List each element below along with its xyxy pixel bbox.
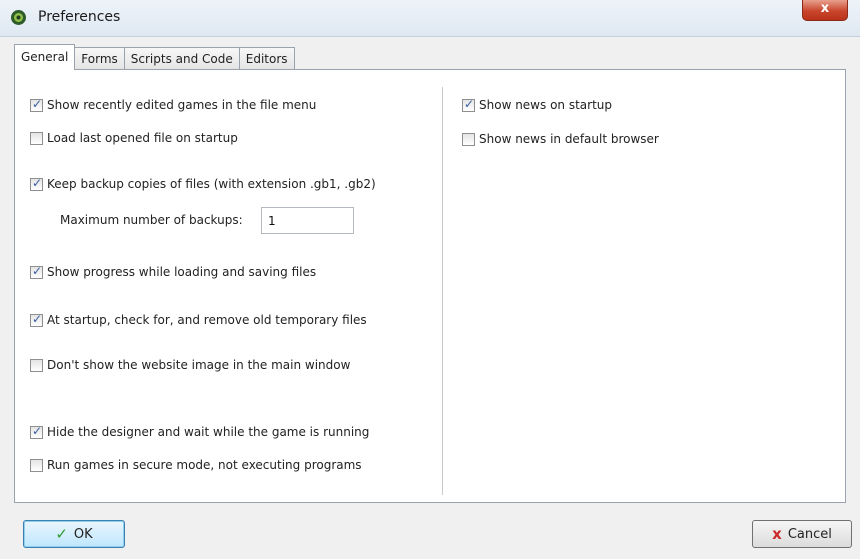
- checkbox[interactable]: ✓: [30, 175, 43, 191]
- checkbox[interactable]: ✓: [30, 263, 43, 279]
- check-mark-icon: ✓: [31, 175, 43, 190]
- option-label: Load last opened file on startup: [47, 131, 238, 145]
- check-mark-icon: ✓: [31, 311, 43, 326]
- x-icon: x: [772, 525, 782, 543]
- max-backups-input[interactable]: [261, 207, 354, 234]
- option-show-progress[interactable]: ✓ Show progress while loading and saving…: [30, 263, 316, 281]
- max-backups-label: Maximum number of backups:: [60, 213, 243, 227]
- tab-forms[interactable]: Forms: [74, 47, 125, 70]
- checkbox[interactable]: ✓: [30, 423, 43, 439]
- checkbox[interactable]: [462, 132, 475, 146]
- option-load-last-file[interactable]: Load last opened file on startup: [30, 129, 238, 147]
- checkbox[interactable]: ✓: [462, 96, 475, 112]
- ok-label: OK: [73, 526, 93, 542]
- checkbox[interactable]: ✓: [30, 311, 43, 327]
- option-show-recent-games[interactable]: ✓ Show recently edited games in the file…: [30, 96, 316, 114]
- checkbox[interactable]: [30, 458, 43, 472]
- option-label: Run games in secure mode, not executing …: [47, 458, 362, 472]
- tab-general[interactable]: General: [14, 44, 76, 70]
- title-bar: Preferences x: [0, 0, 860, 37]
- check-mark-icon: ✓: [31, 263, 43, 278]
- option-label: Keep backup copies of files (with extens…: [47, 177, 376, 191]
- option-news-default-browser[interactable]: Show news in default browser: [462, 130, 659, 148]
- close-button[interactable]: x: [802, 0, 848, 21]
- option-hide-website-image[interactable]: Don't show the website image in the main…: [30, 356, 350, 374]
- column-divider: [442, 87, 446, 495]
- check-mark-icon: ✓: [463, 96, 475, 111]
- checkbox[interactable]: [30, 358, 43, 372]
- option-keep-backups[interactable]: ✓ Keep backup copies of files (with exte…: [30, 175, 376, 193]
- cancel-button[interactable]: x Cancel: [752, 520, 852, 548]
- preferences-window: Preferences x General Forms Scripts and …: [0, 0, 860, 559]
- option-secure-mode[interactable]: Run games in secure mode, not executing …: [30, 456, 362, 474]
- option-label: Show news in default browser: [479, 132, 659, 146]
- tab-scripts-and-code[interactable]: Scripts and Code: [123, 47, 240, 70]
- tab-strip: General Forms Scripts and Code Editors: [14, 44, 295, 70]
- option-hide-designer[interactable]: ✓ Hide the designer and wait while the g…: [30, 423, 369, 441]
- window-title: Preferences: [38, 9, 121, 25]
- cancel-label: Cancel: [787, 526, 832, 542]
- option-label: Don't show the website image in the main…: [47, 358, 351, 372]
- check-mark-icon: ✓: [31, 423, 43, 438]
- gear-icon: [11, 10, 26, 25]
- tab-editors[interactable]: Editors: [238, 47, 295, 70]
- option-label: Show recently edited games in the file m…: [47, 98, 317, 112]
- check-mark-icon: ✓: [31, 96, 43, 111]
- ok-button[interactable]: ✓ OK: [23, 520, 125, 548]
- option-show-news-startup[interactable]: ✓ Show news on startup: [462, 96, 612, 114]
- option-label: Show progress while loading and saving f…: [47, 265, 317, 279]
- option-remove-temp-files[interactable]: ✓ At startup, check for, and remove old …: [30, 311, 367, 329]
- close-icon: x: [820, 1, 830, 16]
- option-label: Hide the designer and wait while the gam…: [47, 425, 370, 439]
- option-label: At startup, check for, and remove old te…: [47, 313, 367, 327]
- checkbox[interactable]: ✓: [30, 96, 43, 112]
- option-label: Show news on startup: [479, 98, 612, 112]
- checkbox[interactable]: [30, 131, 43, 145]
- checkmark-icon: ✓: [55, 525, 68, 543]
